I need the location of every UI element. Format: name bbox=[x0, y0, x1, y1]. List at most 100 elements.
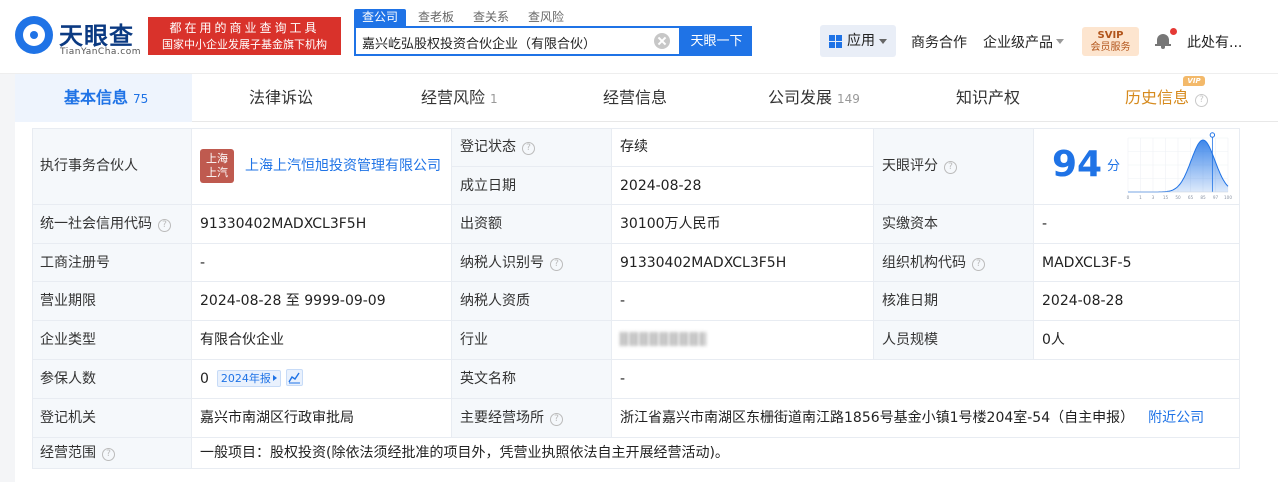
reg-no-value: - bbox=[192, 244, 452, 282]
annual-report-badge[interactable]: 2024年报 bbox=[216, 370, 281, 387]
slogan-line-1: 都在用的商业查询工具 bbox=[169, 21, 320, 35]
chevron-down-icon bbox=[879, 39, 887, 44]
tab-label: 历史信息 bbox=[1125, 88, 1190, 107]
term-label: 营业期限 bbox=[32, 282, 192, 321]
tab-risk[interactable]: 经营风险 1 bbox=[421, 74, 498, 122]
address-cell: 浙江省嘉兴市南湖区东栅街道南江路1856号基金小镇1号楼204室-54（自主申报… bbox=[612, 399, 1240, 438]
search-tab-risk[interactable]: 查风险 bbox=[528, 9, 564, 26]
english-name-value: - bbox=[612, 360, 1240, 399]
tab-operation[interactable]: 经营信息 bbox=[603, 74, 667, 122]
address-value: 浙江省嘉兴市南湖区东栅街道南江路1856号基金小镇1号楼204室-54（自主申报… bbox=[620, 410, 1135, 426]
search-tab-company[interactable]: 查公司 bbox=[354, 9, 407, 26]
tab-development[interactable]: 公司发展 149 bbox=[768, 74, 860, 122]
help-icon[interactable]: ? bbox=[972, 258, 985, 271]
term-value: 2024-08-28 至 9999-09-09 bbox=[192, 282, 452, 321]
tab-ip[interactable]: 知识产权 bbox=[956, 74, 1020, 122]
tab-label: 基本信息 bbox=[64, 88, 129, 107]
credit-code-value: 91330402MADXCL3F5H bbox=[192, 205, 452, 244]
help-icon[interactable]: ? bbox=[158, 219, 171, 232]
help-icon[interactable]: ? bbox=[944, 161, 957, 174]
org-code-label: 组织机构代码? bbox=[874, 244, 1034, 282]
apps-button[interactable]: 应用 bbox=[820, 25, 896, 57]
blurred-industry-text bbox=[620, 332, 706, 346]
user-menu[interactable]: 此处有... bbox=[1187, 32, 1242, 52]
paid-capital-value: - bbox=[1034, 205, 1240, 244]
company-type-label: 企业类型 bbox=[32, 321, 192, 360]
tick-label: 1 bbox=[1139, 195, 1142, 200]
chevron-down-icon bbox=[1056, 39, 1064, 44]
slogan-line-2: 国家中小企业发展子基金旗下机构 bbox=[162, 38, 327, 51]
partner-cell: 上海 上汽 上海上汽恒旭投资管理有限公司 bbox=[192, 128, 452, 205]
eye-logo-icon bbox=[15, 16, 53, 54]
apps-label: 应用 bbox=[847, 33, 875, 49]
tab-label: 法律诉讼 bbox=[249, 88, 314, 107]
staff-size-label: 人员规模 bbox=[874, 321, 1034, 360]
search-tab-boss[interactable]: 查老板 bbox=[418, 9, 454, 26]
score-value: 94 bbox=[1052, 144, 1103, 185]
tab-legal[interactable]: 法律诉讼 bbox=[249, 74, 313, 122]
search-input[interactable] bbox=[362, 32, 652, 52]
org-code-value: MADXCL3F-5 bbox=[1034, 244, 1240, 282]
slogan-banner: 都在用的商业查询工具 国家中小企业发展子基金旗下机构 bbox=[148, 17, 341, 55]
company-type-value: 有限合伙企业 bbox=[192, 321, 452, 360]
basic-info-panel: 执行事务合伙人 上海 上汽 上海上汽恒旭投资管理有限公司 登记状态? 存续 成立日… bbox=[15, 122, 1278, 482]
authority-value: 嘉兴市南湖区行政审批局 bbox=[192, 399, 452, 438]
tax-qual-value: - bbox=[612, 282, 874, 321]
tab-count: 1 bbox=[490, 92, 498, 106]
staff-size-value: 0人 bbox=[1034, 321, 1240, 360]
help-icon[interactable]: ? bbox=[102, 448, 115, 461]
capital-value: 30100万人民币 bbox=[612, 205, 874, 244]
business-cooperation-link[interactable]: 商务合作 bbox=[911, 32, 967, 52]
section-tabs: 基本信息 75 法律诉讼 经营风险 1 经营信息 公司发展 149 知识产权 历史信息… bbox=[15, 74, 1278, 122]
help-icon[interactable]: ? bbox=[550, 413, 563, 426]
score-cell[interactable]: 94 分 0 1 3 15 50 65 85 97 100 bbox=[1034, 128, 1240, 205]
trend-chart-icon[interactable] bbox=[285, 369, 303, 386]
search-button[interactable]: 天眼一下 bbox=[681, 26, 752, 56]
partner-logo: 上海 上汽 bbox=[200, 149, 234, 183]
tick-label: 0 bbox=[1127, 195, 1130, 200]
scope-label: 经营范围? bbox=[32, 438, 192, 469]
notification-dot bbox=[1170, 28, 1177, 35]
brand-domain: TianYanCha.com bbox=[60, 47, 142, 57]
tab-count: 75 bbox=[133, 92, 149, 106]
nearby-companies-link[interactable]: 附近公司 bbox=[1148, 410, 1204, 426]
top-header: 天眼查 TianYanCha.com 都在用的商业查询工具 国家中小企业发展子基… bbox=[0, 0, 1278, 74]
industry-value bbox=[612, 321, 874, 360]
grid-icon bbox=[829, 35, 842, 48]
enterprise-products-link[interactable]: 企业级产品 bbox=[983, 32, 1053, 52]
search-tab-relation[interactable]: 查关系 bbox=[473, 9, 509, 26]
status-label: 登记状态? bbox=[452, 128, 612, 167]
insured-label: 参保人数 bbox=[32, 360, 192, 399]
tick-label: 85 bbox=[1200, 195, 1206, 200]
tax-id-label: 纳税人识别号? bbox=[452, 244, 612, 282]
tick-label: 3 bbox=[1152, 195, 1155, 200]
tax-id-value: 91330402MADXCL3F5H bbox=[612, 244, 874, 282]
partner-label: 执行事务合伙人 bbox=[32, 128, 192, 205]
paid-capital-label: 实缴资本 bbox=[874, 205, 1034, 244]
help-icon[interactable]: ? bbox=[550, 258, 563, 271]
established-value: 2024-08-28 bbox=[612, 167, 874, 205]
tab-basic-info[interactable]: 基本信息 75 bbox=[64, 74, 148, 122]
bell-icon[interactable] bbox=[1155, 32, 1171, 49]
tick-label: 15 bbox=[1163, 195, 1169, 200]
brand-logo[interactable]: 天眼查 TianYanCha.com bbox=[15, 14, 143, 60]
help-icon: ? bbox=[1195, 94, 1209, 107]
score-distribution-chart: 0 1 3 15 50 65 85 97 100 bbox=[1127, 132, 1232, 200]
status-value: 存续 bbox=[612, 128, 874, 167]
partner-name-link[interactable]: 上海上汽恒旭投资管理有限公司 bbox=[245, 147, 441, 185]
svip-button[interactable]: SVIP 会员服务 bbox=[1082, 27, 1139, 56]
scope-value: 一般项目：股权投资(除依法须经批准的项目外，凭营业执照依法自主开展经营活动)。 bbox=[192, 438, 1240, 469]
authority-label: 登记机关 bbox=[32, 399, 192, 438]
tab-label: 公司发展 bbox=[768, 88, 833, 107]
tick-label: 97 bbox=[1213, 195, 1219, 200]
tick-label: 65 bbox=[1188, 195, 1194, 200]
tick-label: 100 bbox=[1224, 195, 1232, 200]
insured-value: 0 bbox=[200, 371, 209, 387]
approve-date-label: 核准日期 bbox=[874, 282, 1034, 321]
tab-label: 知识产权 bbox=[956, 88, 1021, 107]
clear-icon[interactable] bbox=[654, 33, 670, 49]
brand-name: 天眼查 bbox=[59, 22, 134, 50]
credit-code-label: 统一社会信用代码? bbox=[32, 205, 192, 244]
help-icon[interactable]: ? bbox=[522, 142, 535, 155]
tab-label: 经营风险 bbox=[421, 88, 486, 107]
